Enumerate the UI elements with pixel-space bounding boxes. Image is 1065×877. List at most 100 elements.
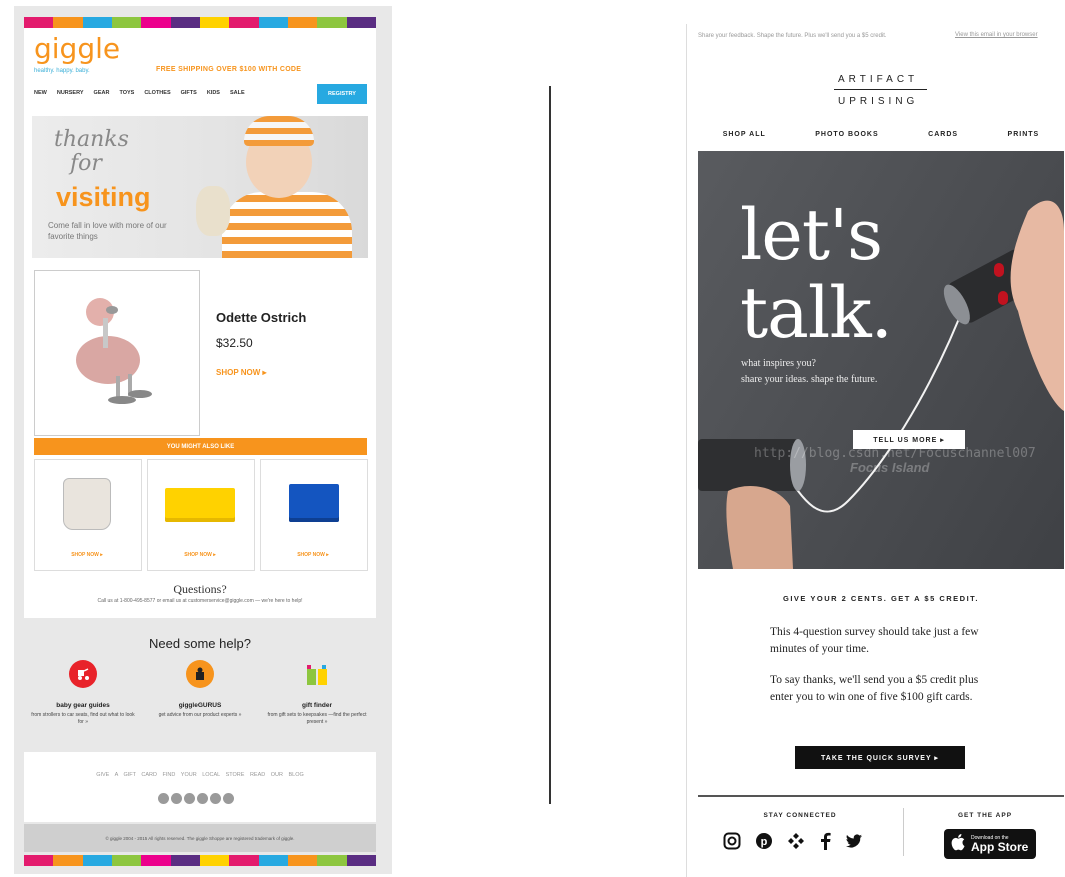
facebook-icon[interactable] [158, 793, 169, 804]
product-shop-now-link[interactable]: SHOP NOW ▸ [216, 368, 267, 377]
youtube-icon[interactable] [210, 793, 221, 804]
product-price: $32.50 [216, 336, 253, 350]
free-shipping-banner: FREE SHIPPING OVER $100 WITH CODE [156, 66, 302, 73]
product-name[interactable]: Odette Ostrich [216, 310, 306, 325]
survey-description: This 4-question survey should take just … [770, 626, 979, 655]
footer-divider [698, 795, 1064, 797]
watermark-url: http://blog.csdn.net/Focuschannel007 [754, 446, 1036, 461]
stroller-icon [69, 660, 97, 688]
nav-new[interactable]: NEW [34, 90, 47, 96]
need-help-title: Need some help? [149, 636, 251, 651]
also-like-shop-now-link[interactable]: SHOP NOW ▸ [147, 552, 253, 558]
also-like-header: YOU MIGHT ALSO LIKE [34, 438, 367, 455]
hero-sub-line1: what inspires you? [741, 358, 816, 369]
guru-icon [186, 660, 214, 688]
help-item-title: giggleGURUS [178, 702, 222, 709]
help-item-gift-finder[interactable]: gift finder from gift sets to keepsakes … [262, 660, 372, 726]
twitter-icon[interactable] [845, 832, 863, 855]
instagram-icon[interactable] [197, 793, 208, 804]
stripe-segment [53, 855, 83, 866]
also-like-shop-now-link[interactable]: SHOP NOW ▸ [34, 552, 140, 558]
survey-reward-text: To say thanks, we'll send you a $5 credi… [770, 674, 979, 703]
stripe-segment [346, 17, 376, 28]
view-in-browser-link[interactable]: View this email in your browser [955, 32, 1038, 38]
hero-thanks-text: thanks for [54, 128, 129, 176]
stripe-segment [170, 17, 200, 28]
also-like-shop-now-link[interactable]: SHOP NOW ▸ [260, 552, 366, 558]
blue-lego-box-image [289, 484, 339, 522]
pattern-icon[interactable] [787, 832, 805, 855]
baby-hat-image [244, 116, 314, 146]
hero-subtext: what inspires you? share your ideas. sha… [741, 356, 877, 388]
help-item-baby-gear[interactable]: baby gear guides from strollers to car s… [28, 660, 138, 726]
preheader-text: Share your feedback. Shape the future. P… [698, 33, 887, 39]
nav-clothes[interactable]: CLOTHES [144, 90, 170, 96]
help-item-title: baby gear guides [56, 702, 110, 709]
stripe-segment [141, 855, 171, 866]
questions-title: Questions? [173, 582, 227, 596]
stripe-segment [82, 17, 112, 28]
fabric-bin-image [63, 478, 111, 530]
instagram-icon[interactable] [723, 832, 741, 855]
bottom-color-stripe [24, 855, 376, 866]
yellow-lego-box-image [165, 488, 235, 522]
stripe-segment [53, 17, 83, 28]
nav-gear[interactable]: GEAR [94, 90, 110, 96]
nav-photo-books[interactable]: PHOTO BOOKS [815, 131, 878, 138]
pinterest-icon[interactable]: p [755, 832, 773, 855]
stripe-segment [199, 855, 230, 866]
stripe-segment [170, 855, 200, 866]
nav-prints[interactable]: PRINTS [1008, 131, 1040, 138]
hero-for-word: for [70, 151, 102, 176]
giggle-footer [24, 752, 376, 822]
take-survey-button[interactable]: TAKE THE QUICK SURVEY ▸ [795, 746, 965, 769]
hero-headline: let's talk. [740, 196, 893, 352]
top-color-stripe [24, 17, 376, 28]
nav-toys[interactable]: TOYS [119, 90, 134, 96]
app-store-big-text: App Store [971, 840, 1029, 854]
nav-shop-all[interactable]: SHOP ALL [723, 131, 766, 138]
app-store-badge[interactable]: Download on the App Store [944, 829, 1036, 859]
artifact-logo-line2[interactable]: UPRISING [838, 96, 918, 107]
gift-icon [303, 660, 331, 688]
questions-contact-text[interactable]: Call us at 1-800-495-8577 or email us at… [24, 598, 376, 604]
pinterest-icon[interactable] [184, 793, 195, 804]
giggle-footer-links[interactable]: GIVE A GIFT CARD FIND YOUR LOCAL STORE R… [24, 772, 376, 778]
hero-sub-line2: share your ideas. shape the future. [741, 374, 878, 385]
artifact-logo-line1[interactable]: ARTIFACT [838, 74, 918, 85]
artifact-nav: SHOP ALL PHOTO BOOKS CARDS PRINTS [698, 131, 1064, 138]
stay-connected-label: STAY CONNECTED [763, 812, 837, 819]
facebook-icon[interactable] [819, 832, 831, 855]
credit-headline: GIVE YOUR 2 CENTS. GET A $5 CREDIT. [782, 594, 979, 603]
nav-cards[interactable]: CARDS [928, 131, 958, 138]
stripe-segment [317, 855, 347, 866]
stripe-segment [258, 17, 288, 28]
baby-body-image [222, 192, 352, 258]
stripe-segment [82, 855, 112, 866]
giggle-logo[interactable]: giggle [34, 32, 120, 65]
nav-nursery[interactable]: NURSERY [57, 90, 84, 96]
ostrich-plush-image [76, 298, 152, 404]
svg-text:p: p [761, 836, 768, 848]
stripe-segment [24, 17, 54, 28]
giggle-nav: NEW NURSERY GEAR TOYS CLOTHES GIFTS KIDS… [34, 90, 245, 96]
stripe-segment [199, 17, 230, 28]
email-icon[interactable] [223, 793, 234, 804]
stripe-segment [258, 855, 288, 866]
stripe-segment [229, 855, 259, 866]
giggle-social-icons [158, 793, 234, 804]
help-item-giggle-gurus[interactable]: giggleGURUS get advice from our product … [145, 660, 255, 719]
stripe-segment [317, 17, 347, 28]
help-item-text: from gift sets to keepsakes —find the pe… [267, 712, 367, 725]
nav-gifts[interactable]: GIFTS [181, 90, 197, 96]
twitter-icon[interactable] [171, 793, 182, 804]
artifact-social-icons: p [723, 832, 863, 855]
help-item-text: get advice from our product experts » [158, 712, 242, 718]
nav-kids[interactable]: KIDS [207, 90, 220, 96]
nav-sale[interactable]: SALE [230, 90, 245, 96]
registry-button[interactable]: REGISTRY [317, 84, 367, 104]
logo-rule [834, 89, 927, 90]
help-item-title: gift finder [302, 702, 332, 709]
hero-visiting-text: visiting [56, 182, 151, 212]
stripe-segment [346, 855, 376, 866]
